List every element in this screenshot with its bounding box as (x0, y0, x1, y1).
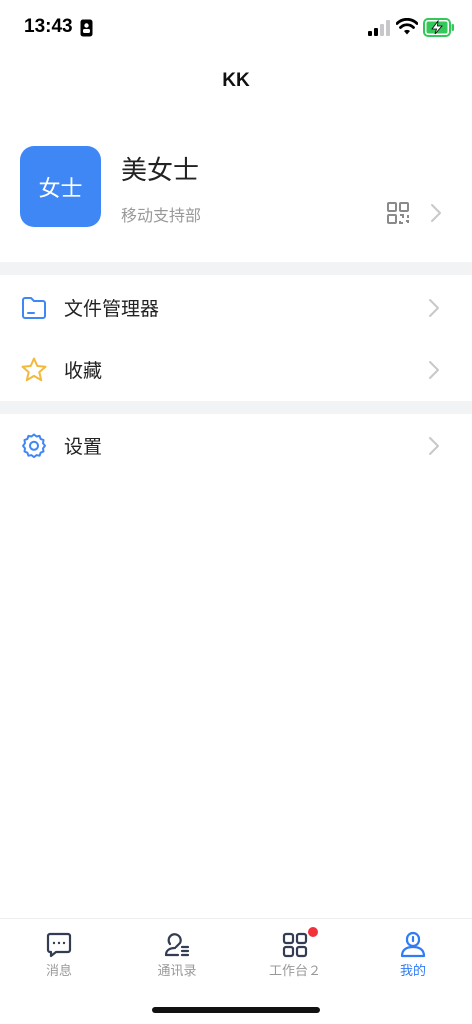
tab-label: 通讯录 (157, 964, 197, 979)
tab-contacts[interactable]: 通讯录 (118, 919, 236, 999)
portrait-lock-icon (80, 19, 93, 37)
chevron-right-icon (429, 299, 439, 317)
menu-item-file-manager[interactable]: 文件管理器 (0, 276, 472, 338)
tab-label: 消息 (45, 964, 72, 979)
tab-workbench[interactable]: 工作台２ (236, 919, 354, 999)
menu-item-label: 文件管理器 (64, 298, 160, 320)
gear-icon (22, 433, 46, 459)
chevron-right-icon (429, 361, 439, 379)
user-name: 美女士 (121, 156, 200, 186)
section-divider (0, 401, 472, 414)
profile-card[interactable]: 女士 美女士 移动支持部 (0, 130, 472, 262)
notification-badge (308, 927, 318, 937)
menu-item-label: 收藏 (64, 360, 103, 382)
avatar[interactable]: 女士 (20, 146, 101, 227)
tab-label: 我的 (399, 964, 426, 979)
star-icon (21, 357, 47, 382)
status-time: 13:43 (24, 16, 73, 37)
user-department: 移动支持部 (121, 206, 202, 225)
contacts-icon (164, 933, 190, 957)
tab-me[interactable]: 我的 (354, 919, 472, 999)
profile-icon (400, 931, 426, 958)
message-icon (46, 932, 72, 958)
menu-item-label: 设置 (64, 436, 103, 458)
chevron-right-icon (431, 204, 441, 222)
page-title: KK (222, 70, 250, 91)
battery-charging-icon (423, 18, 454, 37)
menu-item-settings[interactable]: 设置 (0, 414, 472, 476)
cellular-signal-icon (368, 20, 390, 36)
tab-label: 工作台２ (268, 964, 321, 979)
menu-item-favorites[interactable]: 收藏 (0, 338, 472, 400)
workbench-icon (282, 932, 308, 958)
folder-icon (22, 297, 46, 319)
chevron-right-icon (429, 437, 439, 455)
section-divider (0, 262, 472, 275)
home-indicator[interactable] (152, 1007, 320, 1013)
tab-messages[interactable]: 消息 (0, 919, 118, 999)
qr-code-icon[interactable] (386, 201, 410, 225)
wifi-icon (396, 18, 418, 35)
status-bar: 13:43 (0, 0, 472, 56)
